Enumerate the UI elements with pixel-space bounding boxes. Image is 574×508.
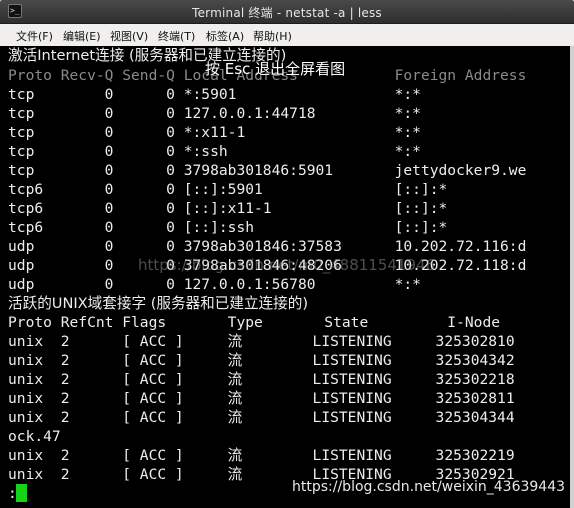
text-cursor bbox=[16, 484, 27, 502]
menu-tabs[interactable]: 标签(A) bbox=[206, 28, 244, 44]
csdn-watermark: https://blog.csdn.net/weixin_43639443 bbox=[292, 479, 566, 495]
unix-row: unix 2 [ ACC ] 流 LISTENING 325302810 bbox=[8, 333, 515, 350]
watermark-text: https://blog.csdn.net/m0_48811541946 bbox=[138, 256, 436, 274]
scrollbar[interactable] bbox=[570, 46, 574, 508]
inet-row: tcp 0 0 *:5901 *:* bbox=[8, 86, 421, 103]
inet-row: tcp 0 0 127.0.0.1:44718 *:* bbox=[8, 105, 421, 122]
menu-bar: 文件(F) 编辑(E) 视图(V) 终端(T) 标签(A) 帮助(H) bbox=[0, 24, 574, 47]
unix-row: unix 2 [ ACC ] 流 LISTENING 325304342 bbox=[8, 352, 515, 369]
inet-row: udp 0 0 3798ab301846:37583 10.202.72.116… bbox=[8, 238, 527, 255]
terminal-window: >_ Terminal 终端 - netstat -a | less 文件(F)… bbox=[0, 0, 574, 508]
menu-help[interactable]: 帮助(H) bbox=[253, 28, 292, 44]
menu-edit[interactable]: 编辑(E) bbox=[63, 28, 101, 44]
menu-file[interactable]: 文件(F) bbox=[16, 28, 53, 44]
unix-row-wrap: ock.47 bbox=[8, 428, 61, 445]
fullscreen-exit-hint: 按 Esc 退出全屏看图 bbox=[205, 60, 346, 78]
inet-row: tcp6 0 0 [::]:ssh [::]:* bbox=[8, 219, 448, 236]
menu-view[interactable]: 视图(V) bbox=[110, 28, 148, 44]
section-unix-title: 活跃的UNIX域套接字 (服务器和已建立连接的) bbox=[8, 295, 309, 312]
inet-row: tcp 0 0 *:ssh *:* bbox=[8, 143, 421, 160]
inet-row: tcp6 0 0 [::]:x11-1 [::]:* bbox=[8, 200, 448, 217]
window-title: Terminal 终端 - netstat -a | less bbox=[192, 6, 382, 20]
inet-row: tcp 0 0 *:x11-1 *:* bbox=[8, 124, 421, 141]
unix-row: unix 2 [ ACC ] 流 LISTENING 325304344 bbox=[8, 409, 515, 426]
menu-terminal[interactable]: 终端(T) bbox=[158, 28, 195, 44]
title-bar[interactable]: >_ Terminal 终端 - netstat -a | less bbox=[0, 0, 574, 24]
unix-row: unix 2 [ ACC ] 流 LISTENING 325302218 bbox=[8, 371, 515, 388]
inet-row: tcp 0 0 3798ab301846:5901 jettydocker9.w… bbox=[8, 162, 527, 179]
unix-row: unix 2 [ ACC ] 流 LISTENING 325302811 bbox=[8, 390, 515, 407]
inet-row: tcp6 0 0 [::]:5901 [::]:* bbox=[8, 181, 448, 198]
unix-column-header: Proto RefCnt Flags Type State I-Node bbox=[8, 314, 501, 331]
unix-row: unix 2 [ ACC ] 流 LISTENING 325302219 bbox=[8, 447, 515, 464]
inet-row: udp 0 0 127.0.0.1:56780 *:* bbox=[8, 276, 421, 293]
